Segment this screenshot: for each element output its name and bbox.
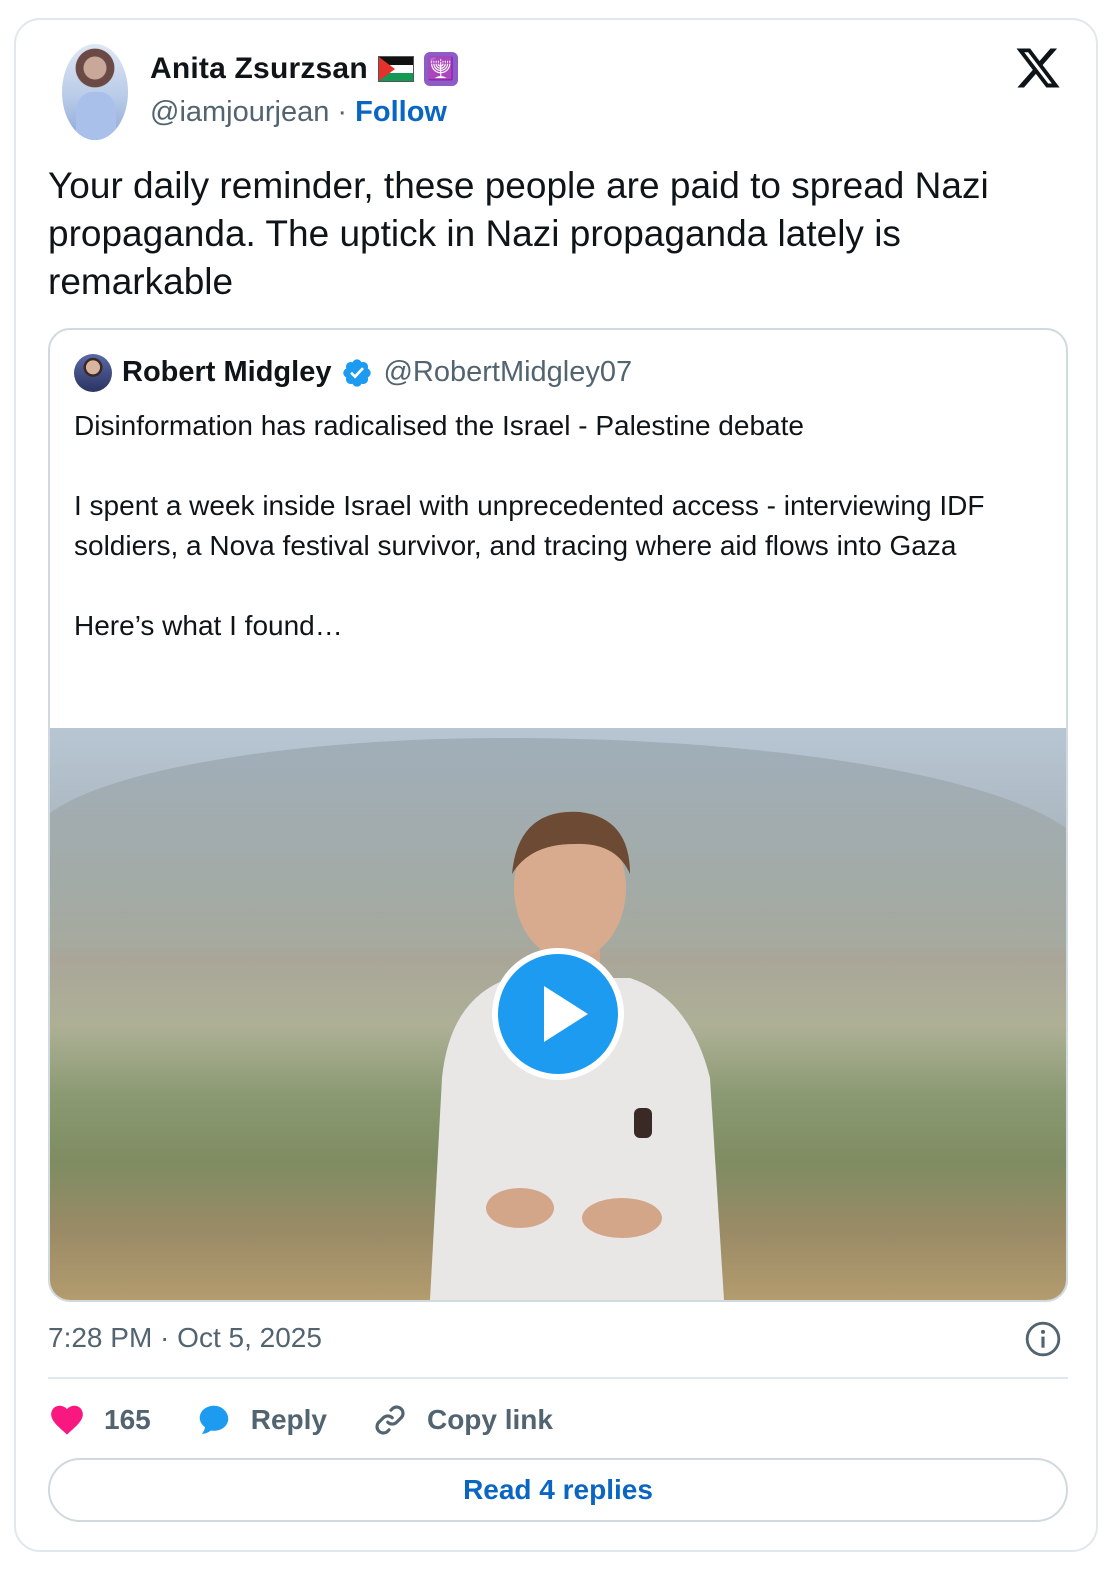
tweet-card: Anita Zsurzsan 🕎 @iamjourjean · Follow Y… bbox=[14, 18, 1098, 1552]
reply-button[interactable]: Reply bbox=[195, 1401, 327, 1439]
menorah-icon: 🕎 bbox=[423, 52, 458, 86]
palestine-flag-icon bbox=[377, 56, 414, 82]
author-handle[interactable]: @iamjourjean bbox=[150, 96, 329, 128]
verified-badge-icon bbox=[343, 358, 372, 387]
link-icon bbox=[375, 1405, 405, 1435]
copy-link-label: Copy link bbox=[426, 1404, 553, 1435]
like-count: 165 bbox=[104, 1404, 151, 1435]
follow-button[interactable]: Follow bbox=[355, 96, 447, 128]
heart-icon bbox=[51, 1405, 83, 1435]
quoted-author-avatar[interactable] bbox=[74, 354, 112, 392]
quoted-tweet-text: Disinformation has radicalised the Israe… bbox=[74, 410, 985, 641]
tweet-timestamp[interactable]: 7:28 PM · Oct 5, 2025 bbox=[48, 1322, 322, 1354]
tweet-text: Your daily reminder, these people are pa… bbox=[48, 165, 989, 302]
speech-bubble-icon bbox=[199, 1405, 228, 1434]
x-logo-icon[interactable] bbox=[1014, 44, 1062, 92]
quoted-tweet[interactable]: Robert Midgley @RobertMidgley07 Disinfor… bbox=[48, 328, 1068, 1302]
read-replies-button[interactable]: Read 4 replies bbox=[48, 1458, 1068, 1522]
copy-link-button[interactable]: Copy link bbox=[371, 1401, 553, 1439]
reply-label: Reply bbox=[250, 1404, 327, 1435]
play-button[interactable] bbox=[492, 948, 624, 1080]
action-bar: 165 Reply Copy link bbox=[48, 1398, 597, 1442]
info-icon[interactable] bbox=[1024, 1320, 1062, 1358]
quoted-author-handle[interactable]: @RobertMidgley07 bbox=[383, 356, 632, 389]
divider bbox=[48, 1377, 1068, 1379]
quoted-author-name[interactable]: Robert Midgley bbox=[122, 356, 331, 389]
author-name-row[interactable]: Anita Zsurzsan 🕎 bbox=[150, 52, 458, 86]
video-thumbnail[interactable] bbox=[50, 728, 1066, 1300]
author-name[interactable]: Anita Zsurzsan bbox=[150, 52, 368, 86]
like-button[interactable]: 165 bbox=[48, 1401, 151, 1439]
author-avatar[interactable] bbox=[62, 44, 128, 140]
handle-separator: · bbox=[337, 96, 348, 128]
quoted-author-row[interactable]: Robert Midgley @RobertMidgley07 bbox=[122, 356, 632, 389]
author-handle-row: @iamjourjean · Follow bbox=[150, 96, 447, 129]
